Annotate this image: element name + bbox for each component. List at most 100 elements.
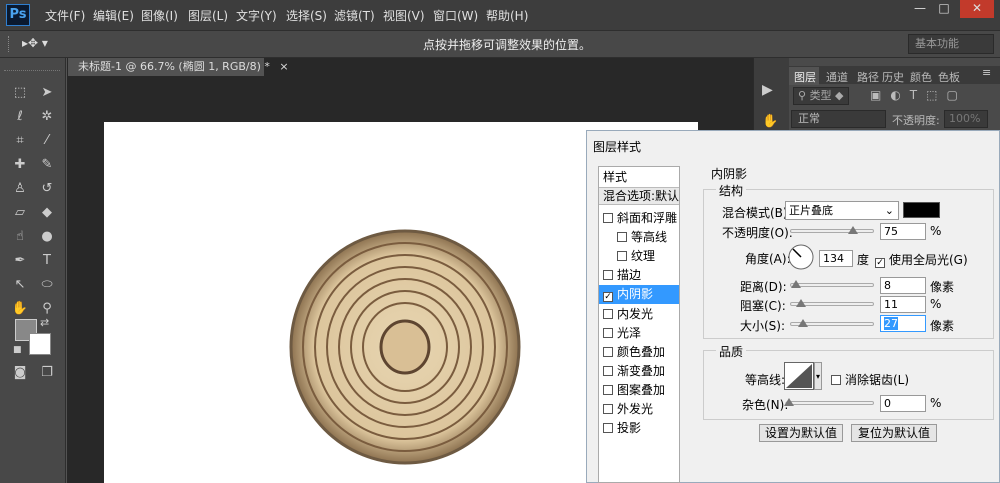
magic-wand-icon[interactable]: ✲ [36,106,58,128]
tab-channels[interactable]: 通道 [826,69,848,85]
size-input[interactable]: 27 [880,315,926,332]
dodge-tool-icon[interactable]: ● [36,226,58,248]
hand-tool-icon[interactable]: ✋ [9,298,31,320]
distance-slider[interactable] [790,283,874,287]
style-item-checkbox[interactable] [603,346,613,357]
move-tool-preset-icon[interactable]: ▸✥ ▾ [22,36,48,50]
ellipse-tool-icon[interactable]: ⬭ [36,274,58,296]
choke-input[interactable]: 11 [880,296,926,313]
style-item[interactable]: 颜色叠加 [603,343,665,361]
menu-view[interactable]: 视图(V) [383,7,425,24]
menu-image[interactable]: 图像(I) [141,7,178,24]
style-item-checkbox[interactable] [603,404,613,414]
style-item-checkbox[interactable] [603,213,613,223]
angle-dial[interactable] [787,243,815,271]
tool-presets-icon[interactable]: ✋ [762,114,778,129]
antialias-checkbox[interactable]: 消除锯齿(L) [831,371,909,388]
background-color-swatch[interactable] [29,333,51,355]
actions-play-icon[interactable]: ▶ [762,82,773,98]
style-item-checkbox[interactable]: ✓ [603,292,613,303]
screen-mode-icon[interactable]: ❐ [36,362,58,384]
shadow-color-swatch[interactable] [903,202,940,218]
menu-window[interactable]: 窗口(W) [433,7,478,24]
noise-slider[interactable] [786,401,874,405]
style-item-checkbox[interactable] [603,384,613,395]
style-item-checkbox[interactable] [603,423,613,434]
tab-history[interactable]: 历史 [882,69,904,85]
style-item[interactable]: 等高线 [617,228,667,246]
eraser-tool-icon[interactable]: ▱ [9,202,31,224]
move-tool-icon[interactable]: ➤ [36,82,58,104]
brush-tool-icon[interactable]: ✎ [36,154,58,176]
style-item[interactable]: 描边 [603,266,641,284]
history-brush-icon[interactable]: ↺ [36,178,58,200]
minimize-button[interactable]: — [908,0,932,18]
angle-input[interactable]: 134 [819,250,853,267]
swap-colors-icon[interactable]: ⇄ [40,316,49,329]
default-colors-icon[interactable]: ■ [13,345,22,355]
blend-mode-select[interactable]: 正片叠底 ⌄ [785,201,899,220]
opacity-slider-thumb[interactable] [848,226,858,234]
tab-color[interactable]: 颜色 [910,69,932,85]
global-light-check[interactable]: ✓ [875,258,885,268]
style-item[interactable]: 投影 [603,419,641,437]
path-selection-icon[interactable]: ↖ [9,274,31,296]
style-item[interactable]: 光泽 [603,324,641,342]
menu-file[interactable]: 文件(F) [45,7,85,24]
pen-tool-icon[interactable]: ✒ [9,250,31,272]
noise-slider-thumb[interactable] [784,398,794,406]
type-tool-icon[interactable]: T [36,250,58,272]
style-item-checkbox[interactable] [603,327,613,338]
menu-edit[interactable]: 编辑(E) [93,7,134,24]
contour-picker[interactable]: ▾ [784,362,822,390]
layer-blend-mode-select[interactable]: 正常 [791,110,886,128]
maximize-button[interactable]: □ [932,0,956,18]
style-item-checkbox[interactable] [603,270,613,281]
style-item-checkbox[interactable] [603,365,613,376]
menu-type[interactable]: 文字(Y) [236,7,277,24]
choke-slider-thumb[interactable] [796,299,806,307]
document-tab[interactable]: 未标题-1 @ 66.7% (椭圆 1, RGB/8) * × [68,58,289,76]
opacity-input[interactable]: 75 [880,223,926,240]
grip-handle[interactable] [8,36,12,52]
antialias-check[interactable] [831,375,841,385]
style-item[interactable]: 斜面和浮雕 [603,209,677,227]
style-item[interactable]: 渐变叠加 [603,362,665,380]
close-document-icon[interactable]: × [279,60,288,73]
menu-help[interactable]: 帮助(H) [486,7,528,24]
style-item[interactable]: ✓ 内阴影 [603,285,653,303]
smudge-tool-icon[interactable]: ☝ [9,226,31,248]
panel-menu-icon[interactable]: ≡ [982,66,991,79]
marquee-tool-icon[interactable]: ⬚ [9,82,31,104]
style-item[interactable]: 内发光 [603,305,653,323]
menu-filter[interactable]: 滤镜(T) [334,7,375,24]
opacity-slider[interactable] [790,229,874,233]
blend-options-item[interactable]: 混合选项:默认 [603,187,679,205]
tab-layers[interactable]: 图层 [794,69,816,85]
noise-input[interactable]: 0 [880,395,926,412]
layer-filter-icons[interactable]: ▣◐T⬚▢ [870,88,967,102]
paint-bucket-icon[interactable]: ◆ [36,202,58,224]
clone-stamp-icon[interactable]: ♙ [9,178,31,200]
tab-swatches[interactable]: 色板 [938,69,960,85]
style-item[interactable]: 图案叠加 [603,381,665,399]
style-item[interactable]: 外发光 [603,400,653,418]
healing-brush-icon[interactable]: ✚ [9,154,31,176]
tools-grip[interactable] [4,70,60,73]
wood-ring-ellipse[interactable] [289,229,521,465]
lasso-tool-icon[interactable]: ℓ [9,106,31,128]
quick-mask-icon[interactable]: ◙ [9,362,31,384]
style-item[interactable]: 纹理 [617,247,655,265]
reset-default-button[interactable]: 复位为默认值 [851,424,937,442]
distance-input[interactable]: 8 [880,277,926,294]
styles-header[interactable]: 样式 [603,168,627,186]
tab-paths[interactable]: 路径 [857,69,879,85]
style-item-checkbox[interactable] [603,308,613,319]
menu-select[interactable]: 选择(S) [286,7,327,24]
layer-filter-kind[interactable]: ⚲ 类型 ◆ [793,87,849,105]
workspace-switcher[interactable]: 基本功能 [908,34,994,54]
eyedropper-icon[interactable]: ⁄ [36,130,58,152]
style-item-checkbox[interactable] [617,232,627,243]
crop-tool-icon[interactable]: ⌗ [9,130,31,152]
global-light-checkbox[interactable]: ✓ 使用全局光(G) [875,251,968,268]
